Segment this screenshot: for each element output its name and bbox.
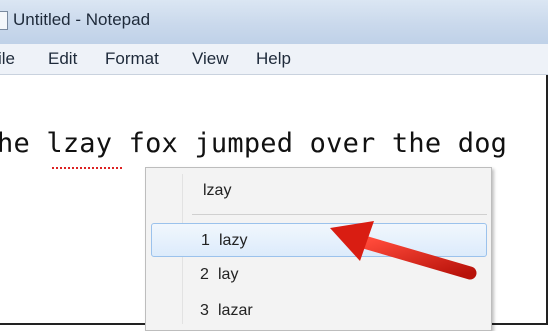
notepad-icon <box>0 11 8 30</box>
menu-bar: ile Edit Format View Help <box>0 44 548 75</box>
suggestion-word: lazy <box>219 232 248 249</box>
suggestion-item-lazar[interactable]: 3 lazar <box>151 294 487 328</box>
suggestion-number: 3 <box>200 302 209 319</box>
menu-view[interactable]: View <box>192 49 229 69</box>
title-bar: Untitled - Notepad <box>0 0 548 44</box>
menu-help[interactable]: Help <box>256 49 291 69</box>
spelling-error-underline <box>52 164 122 169</box>
suggestion-number: 1 <box>201 232 210 249</box>
suggestion-word: lazar <box>218 302 253 319</box>
menu-format[interactable]: Format <box>105 49 159 69</box>
menu-edit[interactable]: Edit <box>48 49 77 69</box>
misspelled-word-header: lzay <box>146 168 491 213</box>
suggestion-word: lay <box>218 266 239 283</box>
window-title: Untitled - Notepad <box>13 10 151 29</box>
menu-file[interactable]: ile <box>0 49 15 69</box>
red-arrow-annotation <box>330 221 477 280</box>
suggestion-number: 2 <box>200 266 209 283</box>
misspelled-word: lzay <box>203 182 232 199</box>
arrow-shaft <box>357 235 477 280</box>
editor-text[interactable]: he lzay fox jumped over the dog <box>0 128 507 159</box>
